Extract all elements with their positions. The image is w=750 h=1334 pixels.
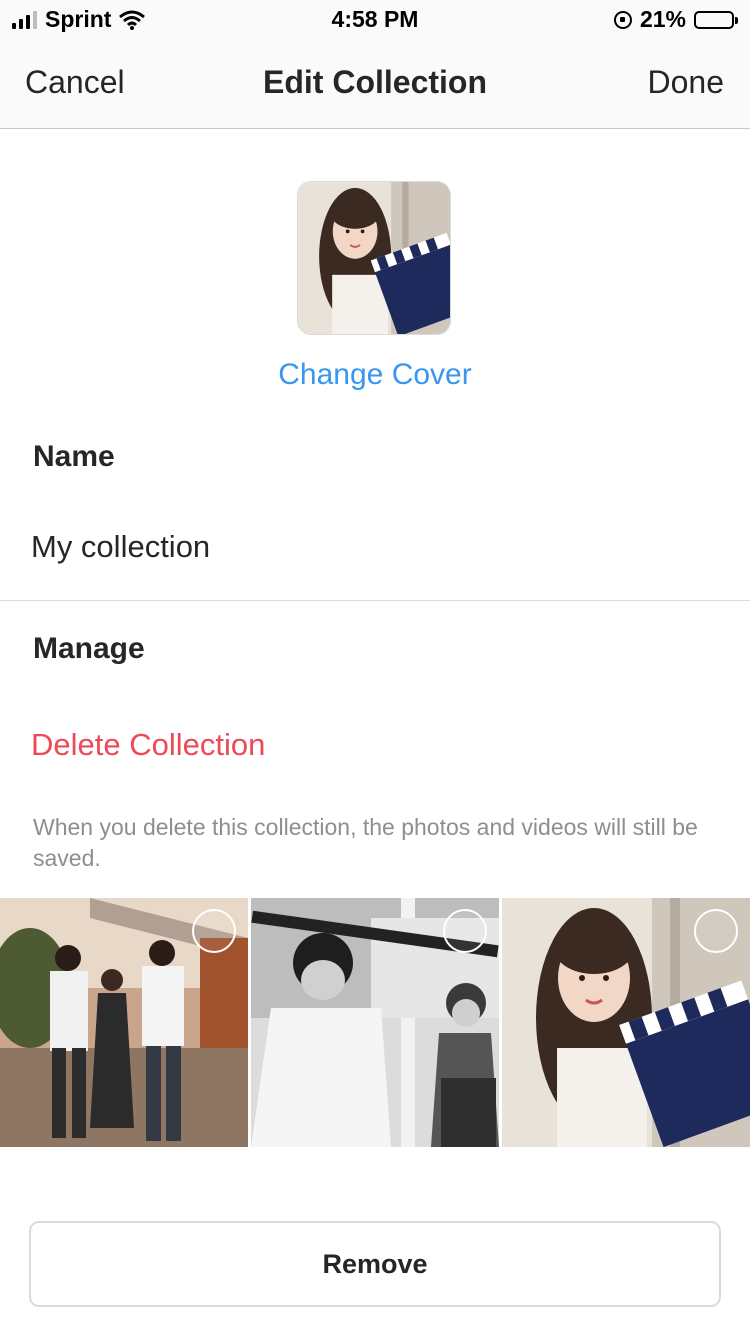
section-divider — [0, 600, 750, 601]
post-tile-clapperboard-photo[interactable] — [502, 898, 750, 1147]
select-circle[interactable] — [694, 909, 738, 953]
rotation-lock-icon — [613, 10, 632, 29]
battery-percent: 21% — [639, 6, 686, 32]
delete-collection-button[interactable]: Delete Collection — [31, 727, 265, 763]
posts-grid — [0, 898, 750, 1147]
status-bar: Sprint 4:58 PM 21% — [0, 0, 750, 40]
manage-label: Manage — [33, 632, 145, 665]
select-circle[interactable] — [443, 909, 487, 953]
cover-image[interactable] — [297, 181, 451, 335]
status-right: 21% — [613, 6, 738, 33]
change-cover-link[interactable]: Change Cover — [0, 358, 750, 392]
nav-bar: Cancel Edit Collection Done — [0, 40, 750, 129]
delete-hint-text: When you delete this collection, the pho… — [33, 814, 698, 871]
post-tile-bw-photo[interactable] — [251, 898, 499, 1147]
post-tile-group-photo[interactable] — [0, 898, 248, 1147]
name-label: Name — [33, 440, 115, 473]
remove-button[interactable]: Remove — [29, 1221, 721, 1307]
select-circle[interactable] — [192, 909, 236, 953]
battery-icon — [694, 10, 738, 29]
done-button[interactable]: Done — [648, 64, 725, 101]
page-title: Edit Collection — [263, 64, 487, 100]
collection-name-input[interactable]: My collection — [31, 529, 210, 565]
